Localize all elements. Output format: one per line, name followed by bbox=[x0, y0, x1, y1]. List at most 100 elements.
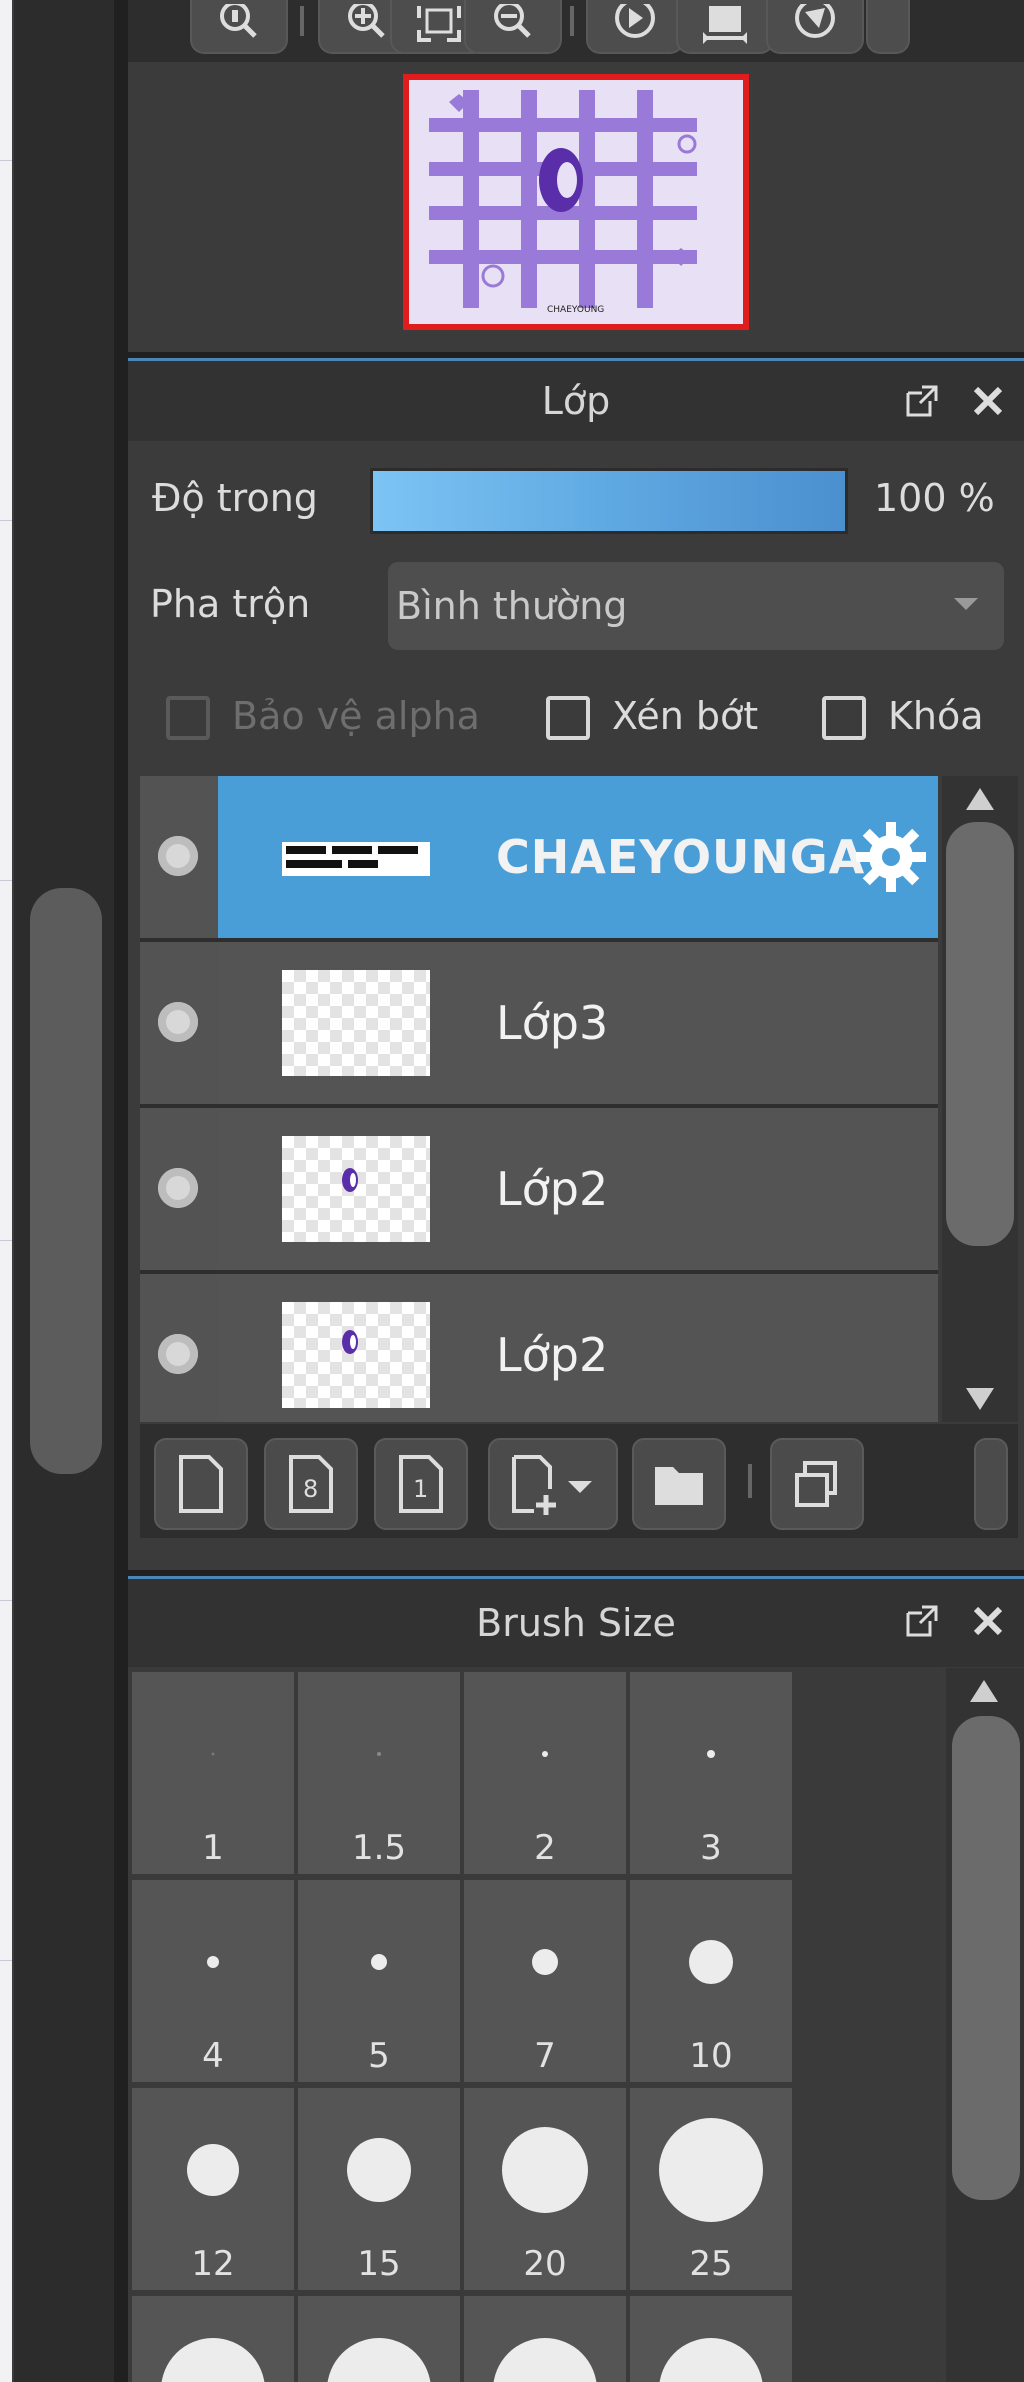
layer-row[interactable]: CHAEYOUNGA bbox=[140, 776, 938, 942]
brush-dot bbox=[187, 2144, 239, 2196]
visibility-toggle-icon[interactable] bbox=[158, 1168, 198, 1208]
zoom-reset-button[interactable] bbox=[190, 0, 288, 54]
blend-label: Pha trộn bbox=[150, 582, 311, 626]
brush-size-cell[interactable]: 5 bbox=[298, 1880, 460, 2082]
new-folder-button[interactable] bbox=[632, 1438, 726, 1530]
rotate-left-button[interactable] bbox=[586, 0, 684, 54]
brush-size-cell[interactable]: 4 bbox=[132, 1880, 294, 2082]
zoom-reset-icon bbox=[220, 4, 257, 38]
brush-size-value: 25 bbox=[689, 2244, 733, 2284]
brush-size-cell[interactable] bbox=[298, 2296, 460, 2382]
brush-dot bbox=[707, 1750, 715, 1758]
brush-dot bbox=[542, 1751, 548, 1757]
layer-row[interactable]: Lớp3 bbox=[140, 942, 938, 1108]
brush-dot bbox=[659, 2338, 763, 2382]
brush-size-cell[interactable] bbox=[132, 2296, 294, 2382]
zoom-in-icon bbox=[348, 4, 385, 38]
preview-artwork: CHAEYOUNG bbox=[429, 90, 697, 315]
toolbar-separator bbox=[748, 1464, 752, 1498]
brush-size-cell[interactable]: 1.5 bbox=[298, 1672, 460, 1874]
flip-icon bbox=[703, 6, 747, 44]
add-layer-menu-button[interactable] bbox=[488, 1438, 618, 1530]
lock-checkbox[interactable] bbox=[822, 696, 866, 740]
brush-size-cell[interactable]: 12 bbox=[132, 2088, 294, 2290]
ruler-tick bbox=[0, 1600, 12, 1601]
panel-divider[interactable] bbox=[128, 352, 1024, 361]
toolbar-separator bbox=[570, 6, 574, 36]
layer-gear-icon[interactable] bbox=[852, 818, 930, 896]
layer-thumbnail bbox=[282, 1302, 430, 1408]
brush-size-cell[interactable]: 3 bbox=[630, 1672, 792, 1874]
zoom-out-icon bbox=[494, 4, 531, 38]
flip-button[interactable] bbox=[676, 0, 774, 54]
layer-panel-header: Lớp bbox=[128, 361, 1024, 441]
canvas-preview[interactable]: CHAEYOUNG bbox=[403, 74, 749, 330]
zoom-out-button[interactable] bbox=[464, 0, 562, 54]
protect-alpha-checkbox[interactable] bbox=[166, 696, 210, 740]
rotate-left-icon bbox=[615, 4, 655, 38]
close-icon[interactable] bbox=[970, 383, 1006, 419]
new-1bit-layer-button[interactable]: 1 bbox=[374, 1438, 468, 1530]
brush-size-cell[interactable] bbox=[630, 2296, 792, 2382]
close-icon[interactable] bbox=[970, 1603, 1006, 1639]
ruler-tick bbox=[0, 1240, 12, 1241]
scroll-up-icon[interactable] bbox=[970, 1680, 998, 1702]
opacity-slider[interactable] bbox=[370, 468, 848, 534]
layer-panel-title: Lớp bbox=[541, 379, 611, 423]
panel-splitter[interactable] bbox=[114, 0, 128, 2382]
ruler-tick bbox=[0, 160, 12, 161]
protect-alpha-label: Bảo vệ alpha bbox=[232, 694, 480, 738]
brush-size-value: 20 bbox=[523, 2244, 567, 2284]
blend-mode-select[interactable]: Bình thường bbox=[388, 562, 1004, 650]
panel-divider[interactable] bbox=[128, 1570, 1024, 1579]
layer-thumbnail bbox=[282, 804, 430, 910]
layer-name: Lớp2 bbox=[496, 1162, 609, 1216]
brush-size-cell[interactable]: 10 bbox=[630, 1880, 792, 2082]
canvas-scrollbar-thumb[interactable] bbox=[30, 888, 102, 1474]
brush-size-cell[interactable]: 1 bbox=[132, 1672, 294, 1874]
brush-size-value: 5 bbox=[368, 2036, 390, 2076]
brush-size-grid: 1 1.5 2 3 4 5 7 10 12 15 20 25 bbox=[128, 1668, 940, 2382]
brush-size-cell[interactable]: 7 bbox=[464, 1880, 626, 2082]
clip-checkbox[interactable] bbox=[546, 696, 590, 740]
more-button[interactable] bbox=[866, 0, 910, 54]
layer-list-scrollbar-thumb[interactable] bbox=[946, 822, 1014, 1246]
brush-dot bbox=[347, 2138, 411, 2202]
ruler-tick bbox=[0, 880, 12, 881]
visibility-toggle-icon[interactable] bbox=[158, 1002, 198, 1042]
visibility-column bbox=[140, 1108, 218, 1270]
popout-icon[interactable] bbox=[904, 383, 940, 419]
layer-list: CHAEYOUNGA Lớp3 Lớp2 Lớp2 bbox=[140, 776, 938, 1422]
clip-label: Xén bớt bbox=[612, 694, 759, 738]
layer-toolbar: 8 1 bbox=[140, 1424, 1018, 1538]
duplicate-layer-button[interactable] bbox=[770, 1438, 864, 1530]
layer-row[interactable]: Lớp2 bbox=[140, 1274, 938, 1422]
folder-icon bbox=[655, 1467, 703, 1505]
brush-dot bbox=[211, 1752, 215, 1756]
layer-toolbar-overflow[interactable] bbox=[974, 1438, 1008, 1530]
popout-icon[interactable] bbox=[904, 1603, 940, 1639]
brush-size-cell[interactable]: 20 bbox=[464, 2088, 626, 2290]
new-layer-button[interactable] bbox=[154, 1438, 248, 1530]
layer-name: Lớp3 bbox=[496, 996, 609, 1050]
brush-dot bbox=[161, 2338, 265, 2382]
new-8bit-layer-button[interactable]: 8 bbox=[264, 1438, 358, 1530]
rotate-right-button[interactable] bbox=[766, 0, 864, 54]
visibility-column bbox=[140, 1274, 218, 1422]
brush-dot bbox=[689, 1940, 733, 1984]
scroll-up-icon[interactable] bbox=[966, 788, 994, 810]
scroll-down-icon[interactable] bbox=[966, 1388, 994, 1410]
layer-name: CHAEYOUNGA bbox=[496, 830, 866, 884]
visibility-toggle-icon[interactable] bbox=[158, 836, 198, 876]
brush-size-cell[interactable] bbox=[464, 2296, 626, 2382]
layer-row[interactable]: Lớp2 bbox=[140, 1108, 938, 1274]
brush-size-cell[interactable]: 2 bbox=[464, 1672, 626, 1874]
brush-size-value: 7 bbox=[534, 2036, 556, 2076]
brush-size-cell[interactable]: 15 bbox=[298, 2088, 460, 2290]
brush-size-cell[interactable]: 25 bbox=[630, 2088, 792, 2290]
visibility-toggle-icon[interactable] bbox=[158, 1334, 198, 1374]
svg-text:8: 8 bbox=[303, 1475, 318, 1503]
duplicate-icon bbox=[795, 1461, 837, 1507]
brush-grid-scrollbar-thumb[interactable] bbox=[952, 1716, 1020, 2200]
brush-dot bbox=[327, 2338, 431, 2382]
